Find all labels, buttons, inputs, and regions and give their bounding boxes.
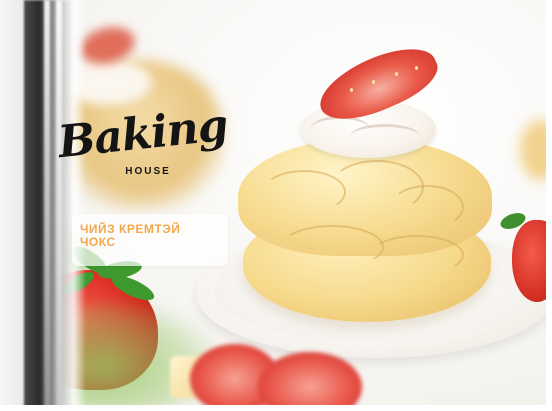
product-caption: ЧИЙЗ КРЕМТЭЙ ЧОКС — [80, 223, 230, 249]
logo-subtitle: HOUSE — [125, 166, 171, 177]
crust-crack — [370, 235, 464, 275]
strawberry-seed — [372, 80, 375, 84]
product-caption-card: ЧИЙЗ КРЕМТЭЙ ЧОКС — [72, 214, 228, 266]
crust-crack — [390, 185, 464, 229]
strawberry-seed — [415, 66, 418, 70]
bottom-frame — [0, 405, 552, 411]
strawberry-seed — [395, 72, 398, 76]
brand-logo: Baking HOUSE — [56, 100, 230, 190]
logo-script: Baking — [55, 99, 230, 169]
drape-highlight — [44, 0, 50, 411]
strawberry-cut-foreground — [258, 352, 362, 411]
product-caption-line2: ЧОКС — [80, 235, 116, 249]
right-frame — [546, 0, 552, 411]
promo-image: Baking HOUSE ЧИЙЗ КРЕМТЭЙ ЧОКС — [0, 0, 552, 411]
crust-crack — [280, 225, 384, 269]
left-drape — [24, 0, 86, 411]
strawberry-seed — [350, 88, 353, 92]
left-frame — [0, 0, 26, 411]
cream-ridge — [350, 124, 420, 149]
drape-highlight — [56, 0, 62, 411]
